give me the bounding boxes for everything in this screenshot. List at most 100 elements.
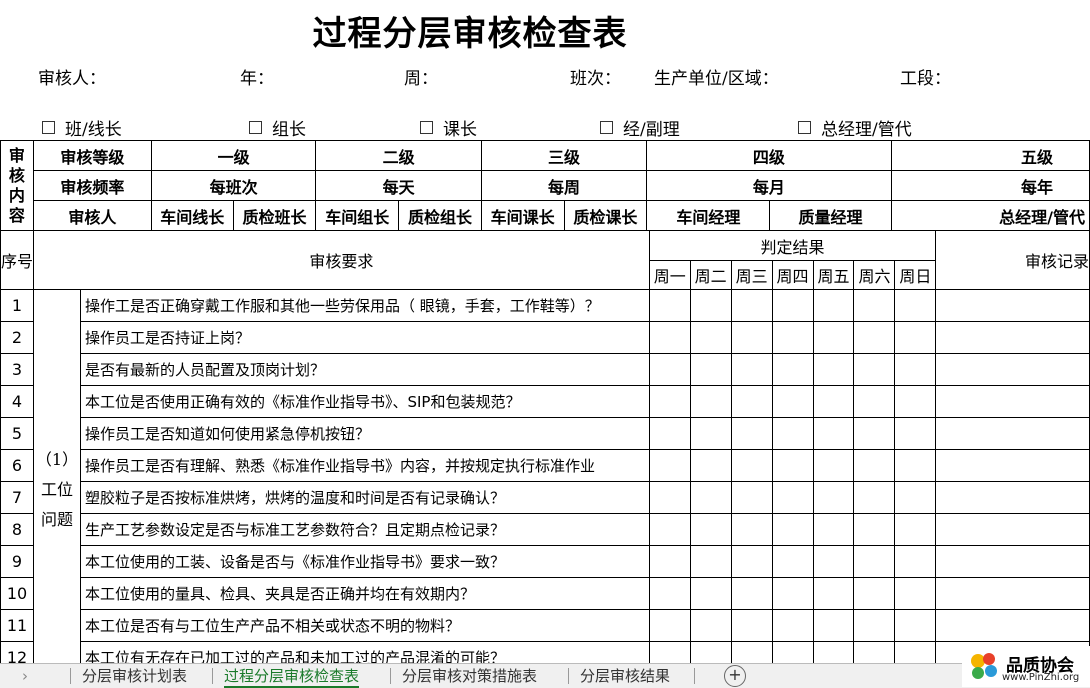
result-cell[interactable] (812, 449, 855, 482)
scroll-right-icon[interactable]: › (22, 666, 28, 686)
tab-audit-results[interactable]: 分层审核结果 (580, 666, 670, 686)
result-cell[interactable] (771, 513, 814, 546)
checkbox-icon[interactable] (798, 121, 811, 134)
result-cell[interactable] (853, 321, 896, 354)
result-cell[interactable] (689, 417, 732, 450)
result-cell[interactable] (730, 577, 773, 610)
result-cell[interactable] (894, 353, 937, 386)
result-cell[interactable] (853, 449, 896, 482)
result-cell[interactable] (689, 609, 732, 642)
result-cell[interactable] (894, 481, 937, 514)
result-cell[interactable] (689, 385, 732, 418)
result-cell[interactable] (853, 385, 896, 418)
result-cell[interactable] (730, 481, 773, 514)
result-cell[interactable] (771, 353, 814, 386)
result-cell[interactable] (648, 321, 691, 354)
result-cell[interactable] (812, 577, 855, 610)
result-cell[interactable] (812, 321, 855, 354)
result-cell[interactable] (730, 321, 773, 354)
result-cell[interactable] (730, 353, 773, 386)
result-cell[interactable] (771, 577, 814, 610)
result-cell[interactable] (730, 385, 773, 418)
result-cell[interactable] (648, 545, 691, 578)
record-cell[interactable] (935, 513, 1090, 546)
result-cell[interactable] (689, 577, 732, 610)
checkbox-icon[interactable] (249, 121, 262, 134)
result-cell[interactable] (894, 545, 937, 578)
result-cell[interactable] (689, 513, 732, 546)
result-cell[interactable] (730, 449, 773, 482)
result-cell[interactable] (689, 481, 732, 514)
record-cell[interactable] (935, 417, 1090, 450)
role-option-line-leader[interactable]: 班/线长 (42, 115, 122, 140)
result-cell[interactable] (648, 577, 691, 610)
result-cell[interactable] (730, 609, 773, 642)
result-cell[interactable] (812, 417, 855, 450)
checkbox-icon[interactable] (420, 121, 433, 134)
result-cell[interactable] (853, 289, 896, 322)
result-cell[interactable] (894, 417, 937, 450)
checkbox-icon[interactable] (42, 121, 55, 134)
result-cell[interactable] (894, 513, 937, 546)
result-cell[interactable] (730, 545, 773, 578)
result-cell[interactable] (689, 545, 732, 578)
result-cell[interactable] (812, 513, 855, 546)
result-cell[interactable] (812, 353, 855, 386)
result-cell[interactable] (771, 449, 814, 482)
result-cell[interactable] (648, 353, 691, 386)
record-cell[interactable] (935, 321, 1090, 354)
result-cell[interactable] (853, 545, 896, 578)
result-cell[interactable] (648, 385, 691, 418)
result-cell[interactable] (730, 513, 773, 546)
tab-audit-plan[interactable]: 分层审核计划表 (82, 666, 187, 686)
checkbox-icon[interactable] (600, 121, 613, 134)
result-cell[interactable] (812, 289, 855, 322)
result-cell[interactable] (648, 449, 691, 482)
result-cell[interactable] (853, 609, 896, 642)
result-cell[interactable] (771, 385, 814, 418)
record-cell[interactable] (935, 289, 1090, 322)
record-cell[interactable] (935, 353, 1090, 386)
result-cell[interactable] (894, 385, 937, 418)
record-cell[interactable] (935, 577, 1090, 610)
result-cell[interactable] (771, 609, 814, 642)
result-cell[interactable] (730, 289, 773, 322)
result-cell[interactable] (771, 289, 814, 322)
role-option-group-leader[interactable]: 组长 (249, 115, 306, 140)
result-cell[interactable] (648, 417, 691, 450)
result-cell[interactable] (689, 449, 732, 482)
result-cell[interactable] (812, 609, 855, 642)
result-cell[interactable] (771, 321, 814, 354)
record-cell[interactable] (935, 385, 1090, 418)
result-cell[interactable] (853, 353, 896, 386)
result-cell[interactable] (689, 353, 732, 386)
record-cell[interactable] (935, 609, 1090, 642)
record-cell[interactable] (935, 449, 1090, 482)
tab-countermeasures[interactable]: 分层审核对策措施表 (402, 666, 537, 686)
result-cell[interactable] (648, 289, 691, 322)
add-sheet-icon[interactable]: + (724, 665, 746, 687)
record-cell[interactable] (935, 545, 1090, 578)
result-cell[interactable] (771, 417, 814, 450)
result-cell[interactable] (853, 417, 896, 450)
tab-audit-checklist[interactable]: 过程分层审核检查表 (224, 666, 360, 688)
role-option-manager[interactable]: 经/副理 (600, 115, 680, 140)
result-cell[interactable] (730, 417, 773, 450)
result-cell[interactable] (771, 545, 814, 578)
result-cell[interactable] (648, 609, 691, 642)
result-cell[interactable] (689, 321, 732, 354)
result-cell[interactable] (853, 513, 896, 546)
result-cell[interactable] (648, 513, 691, 546)
result-cell[interactable] (812, 545, 855, 578)
result-cell[interactable] (812, 385, 855, 418)
result-cell[interactable] (894, 609, 937, 642)
result-cell[interactable] (894, 321, 937, 354)
result-cell[interactable] (894, 289, 937, 322)
role-option-general-manager[interactable]: 总经理/管代 (798, 115, 912, 140)
result-cell[interactable] (853, 577, 896, 610)
result-cell[interactable] (894, 449, 937, 482)
role-option-section-chief[interactable]: 课长 (420, 115, 477, 140)
record-cell[interactable] (935, 481, 1090, 514)
result-cell[interactable] (689, 289, 732, 322)
result-cell[interactable] (812, 481, 855, 514)
